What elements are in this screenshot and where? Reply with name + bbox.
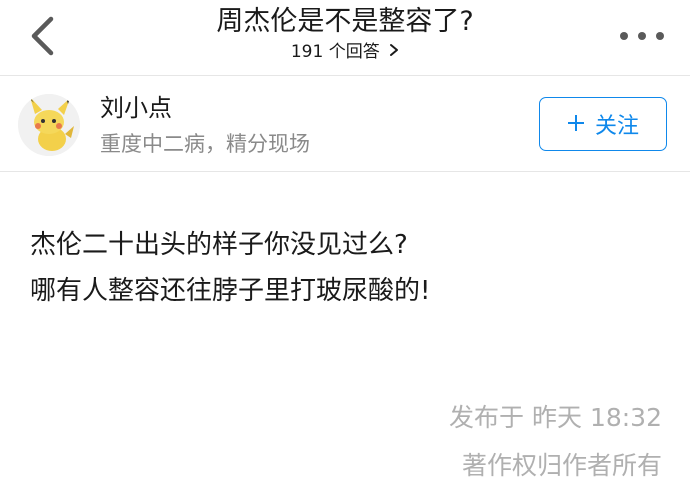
answer-line: 杰伦二十出头的样子你没见过么? [30,230,408,260]
answer-count: 191 个回答 [290,42,380,62]
author-row: 刘小点 重度中二病，精分现场 关注 [0,76,690,172]
follow-label: 关注 [594,114,639,139]
avatar[interactable] [18,94,80,156]
chevron-right-icon [389,40,399,64]
author-name[interactable]: 刘小点 [100,92,172,124]
follow-button[interactable]: 关注 [539,97,667,151]
plus-icon [567,111,585,137]
more-button[interactable] [620,22,664,50]
copyright-notice: 著作权归作者所有 [461,451,662,480]
answer-body: 杰伦二十出头的样子你没见过么? 哪有人整容还往脖子里打玻尿酸的! [30,222,660,314]
author-bio: 重度中二病，精分现场 [100,132,310,156]
pikachu-avatar-icon [18,94,80,156]
answer-count-link[interactable]: 191 个回答 [0,40,690,64]
more-dot [638,32,646,40]
answer-line: 哪有人整容还往脖子里打玻尿酸的! [30,276,431,306]
more-dots-icon [620,32,628,40]
top-nav-bar: 周杰伦是不是整容了? 191 个回答 [0,0,690,76]
question-title[interactable]: 周杰伦是不是整容了? [0,4,690,40]
publish-time: 发布于 昨天 18:32 [449,403,662,432]
more-dot [656,32,664,40]
